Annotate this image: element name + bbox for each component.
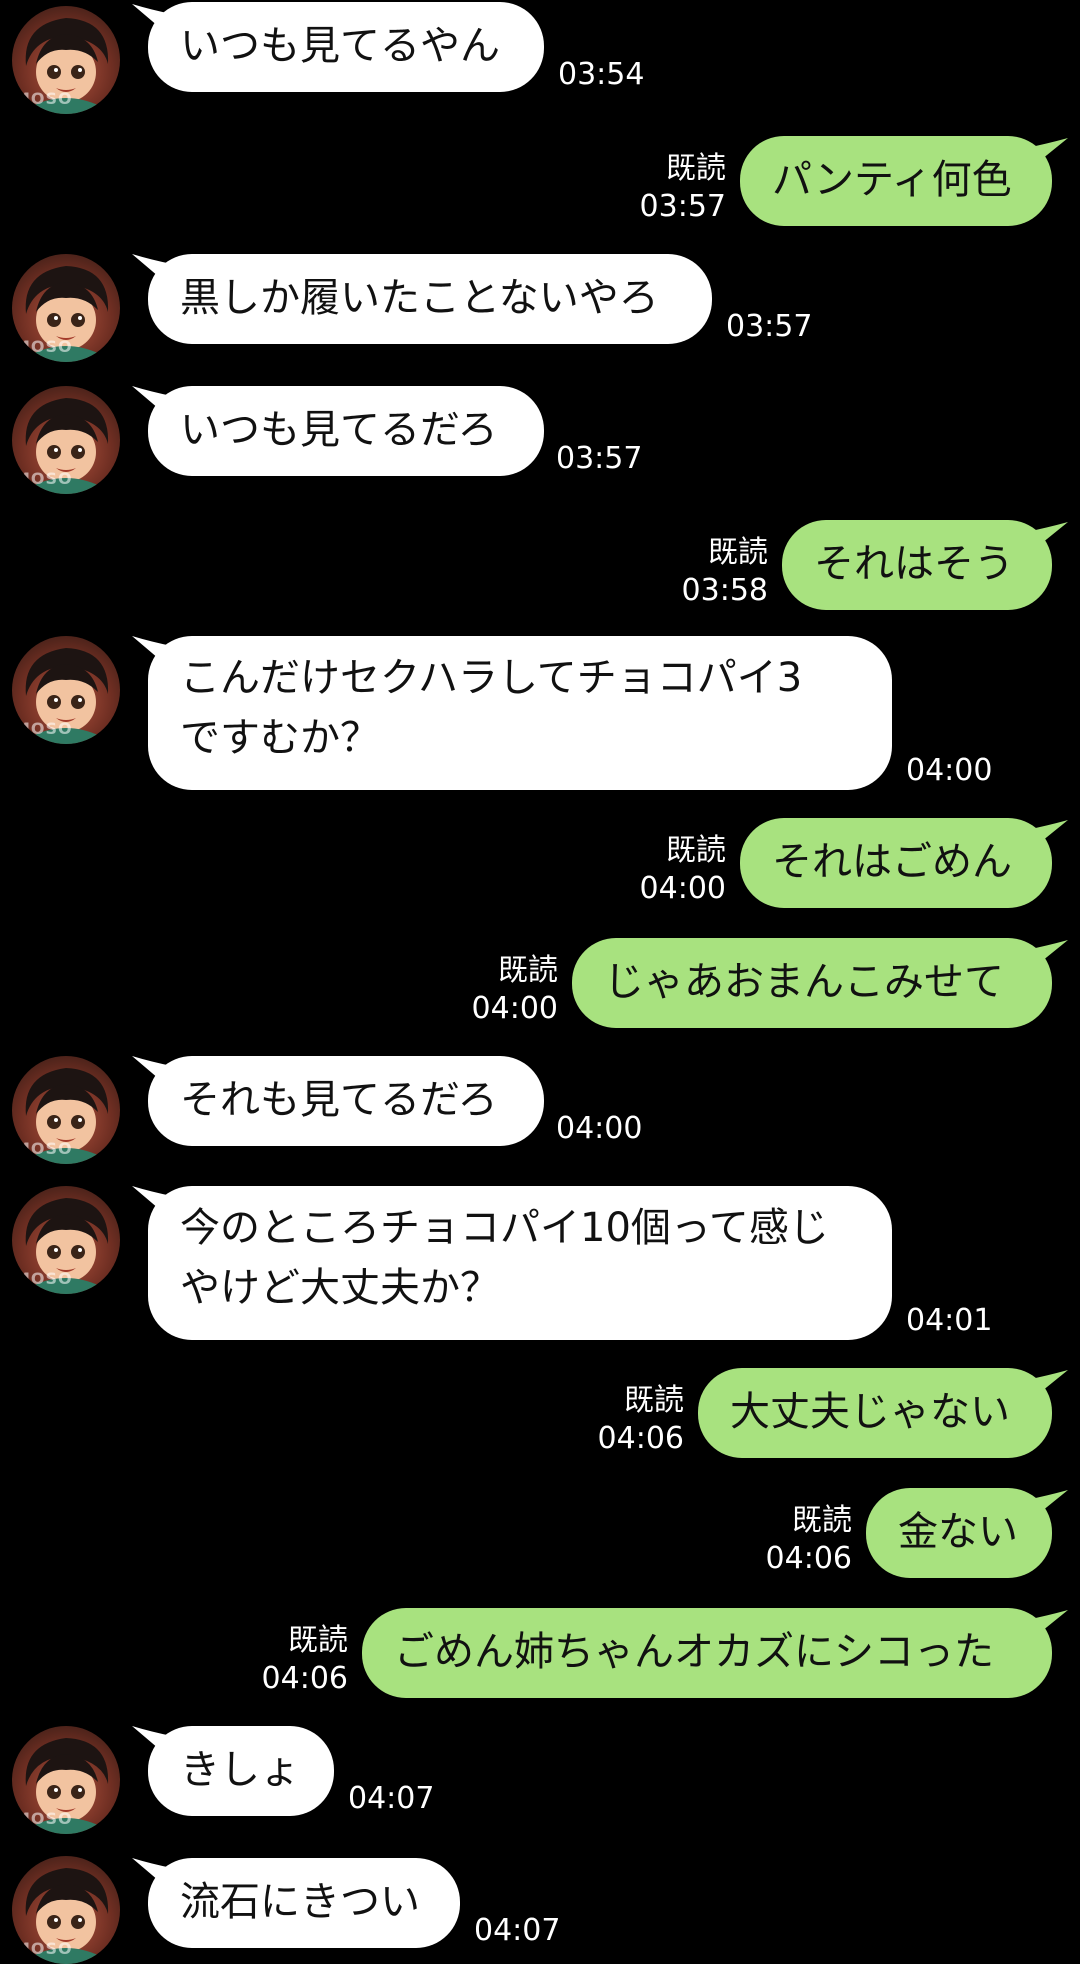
message-time: 03:54 — [558, 57, 645, 92]
incoming-message-bubble[interactable]: いつも見てるだろ — [148, 386, 544, 476]
message-text: パンティ何色 — [772, 157, 1012, 203]
avatar-watermark: MOSO — [14, 1809, 73, 1828]
outgoing-message-bubble[interactable]: パンティ何色 — [740, 136, 1052, 226]
contact-avatar[interactable]: MOSO — [12, 1056, 120, 1164]
message-time: 04:00 — [471, 991, 558, 1026]
message-text: 金ない — [898, 1509, 1018, 1555]
message-meta: 既読 04:00 — [472, 952, 558, 1028]
message-meta: 既読 04:00 — [640, 832, 726, 908]
read-receipt: 既読 — [666, 833, 726, 868]
outgoing-message-bubble[interactable]: ごめん姉ちゃんオカズにシコった — [362, 1608, 1052, 1698]
contact-avatar[interactable]: MOSO — [12, 1186, 120, 1294]
contact-avatar[interactable]: MOSO — [12, 1856, 120, 1964]
message-time: 04:07 — [348, 1781, 435, 1816]
read-receipt: 既読 — [792, 1503, 852, 1538]
incoming-message-bubble[interactable]: 今のところチョコパイ10個って感じ やけど大丈夫か？ — [148, 1186, 892, 1340]
outgoing-message-bubble[interactable]: 金ない — [866, 1488, 1052, 1578]
bubble-tail — [1026, 1490, 1068, 1524]
message-time: 03:57 — [556, 441, 643, 476]
message-time: 04:00 — [639, 871, 726, 906]
bubble-tail — [1026, 1610, 1068, 1644]
message-text-line: ですむか？ — [180, 715, 380, 761]
read-receipt: 既読 — [288, 1623, 348, 1658]
message-meta: 既読 04:06 — [766, 1502, 852, 1578]
read-receipt: 既読 — [498, 953, 558, 988]
bubble-tail — [1026, 1370, 1068, 1404]
message-text: いつも見てるだろ — [180, 407, 498, 453]
message-meta: 既読 03:57 — [640, 150, 726, 226]
avatar-watermark: MOSO — [14, 1269, 73, 1288]
contact-avatar[interactable]: MOSO — [12, 386, 120, 494]
message-text-line: 今のところチョコパイ10個って感じ — [180, 1205, 829, 1251]
avatar-watermark: MOSO — [14, 89, 73, 108]
chat-message-list[interactable]: MOSO いつも見てるやん 03:54 既読 03:57 パンティ何色 MOSO… — [0, 0, 1080, 1964]
message-time: 04:01 — [906, 1303, 993, 1338]
message-text-line: やけど大丈夫か？ — [180, 1265, 500, 1311]
contact-avatar[interactable]: MOSO — [12, 254, 120, 362]
message-meta: 既読 03:58 — [682, 534, 768, 610]
incoming-message-bubble[interactable]: きしょ — [148, 1726, 334, 1816]
bubble-tail — [1026, 138, 1068, 172]
message-time: 04:06 — [597, 1421, 684, 1456]
message-text: それはごめん — [772, 839, 1012, 885]
outgoing-message-bubble[interactable]: 大丈夫じゃない — [698, 1368, 1052, 1458]
message-text: いつも見てるやん — [180, 23, 500, 69]
contact-avatar[interactable]: MOSO — [12, 6, 120, 114]
message-text: それはそう — [814, 541, 1014, 587]
outgoing-message-bubble[interactable]: じゃあおまんこみせて — [572, 938, 1052, 1028]
incoming-message-bubble[interactable]: こんだけセクハラしてチョコパイ3 ですむか？ — [148, 636, 892, 790]
incoming-message-bubble[interactable]: 流石にきつい — [148, 1858, 460, 1948]
outgoing-message-bubble[interactable]: それはそう — [782, 520, 1052, 610]
avatar-watermark: MOSO — [14, 469, 73, 488]
message-time: 04:07 — [474, 1913, 561, 1948]
outgoing-message-bubble[interactable]: それはごめん — [740, 818, 1052, 908]
bubble-tail — [1026, 820, 1068, 854]
message-text: 流石にきつい — [180, 1879, 420, 1925]
avatar-watermark: MOSO — [14, 337, 73, 356]
message-text: じゃあおまんこみせて — [604, 959, 1004, 1005]
bubble-tail — [1026, 522, 1068, 556]
message-text: ごめん姉ちゃんオカズにシコった — [394, 1629, 994, 1675]
incoming-message-bubble[interactable]: 黒しか履いたことないやろ — [148, 254, 712, 344]
message-time: 03:57 — [726, 309, 813, 344]
contact-avatar[interactable]: MOSO — [12, 636, 120, 744]
avatar-watermark: MOSO — [14, 719, 73, 738]
incoming-message-bubble[interactable]: いつも見てるやん — [148, 2, 544, 92]
message-text-line: こんだけセクハラしてチョコパイ3 — [180, 655, 803, 701]
contact-avatar[interactable]: MOSO — [12, 1726, 120, 1834]
message-time: 04:00 — [556, 1111, 643, 1146]
read-receipt: 既読 — [624, 1383, 684, 1418]
message-text: きしょ — [180, 1747, 300, 1793]
read-receipt: 既読 — [666, 151, 726, 186]
read-receipt: 既読 — [708, 535, 768, 570]
message-time: 04:06 — [261, 1661, 348, 1696]
message-time: 04:06 — [765, 1541, 852, 1576]
message-time: 03:58 — [681, 573, 768, 608]
avatar-watermark: MOSO — [14, 1139, 73, 1158]
message-text: それも見てるだろ — [180, 1077, 498, 1123]
incoming-message-bubble[interactable]: それも見てるだろ — [148, 1056, 544, 1146]
message-text: 大丈夫じゃない — [730, 1389, 1010, 1435]
message-text: 黒しか履いたことないやろ — [180, 275, 659, 321]
message-time: 03:57 — [639, 189, 726, 224]
avatar-watermark: MOSO — [14, 1939, 73, 1958]
bubble-tail — [1026, 940, 1068, 974]
message-meta: 既読 04:06 — [598, 1382, 684, 1458]
message-meta: 既読 04:06 — [262, 1622, 348, 1698]
message-time: 04:00 — [906, 753, 993, 788]
